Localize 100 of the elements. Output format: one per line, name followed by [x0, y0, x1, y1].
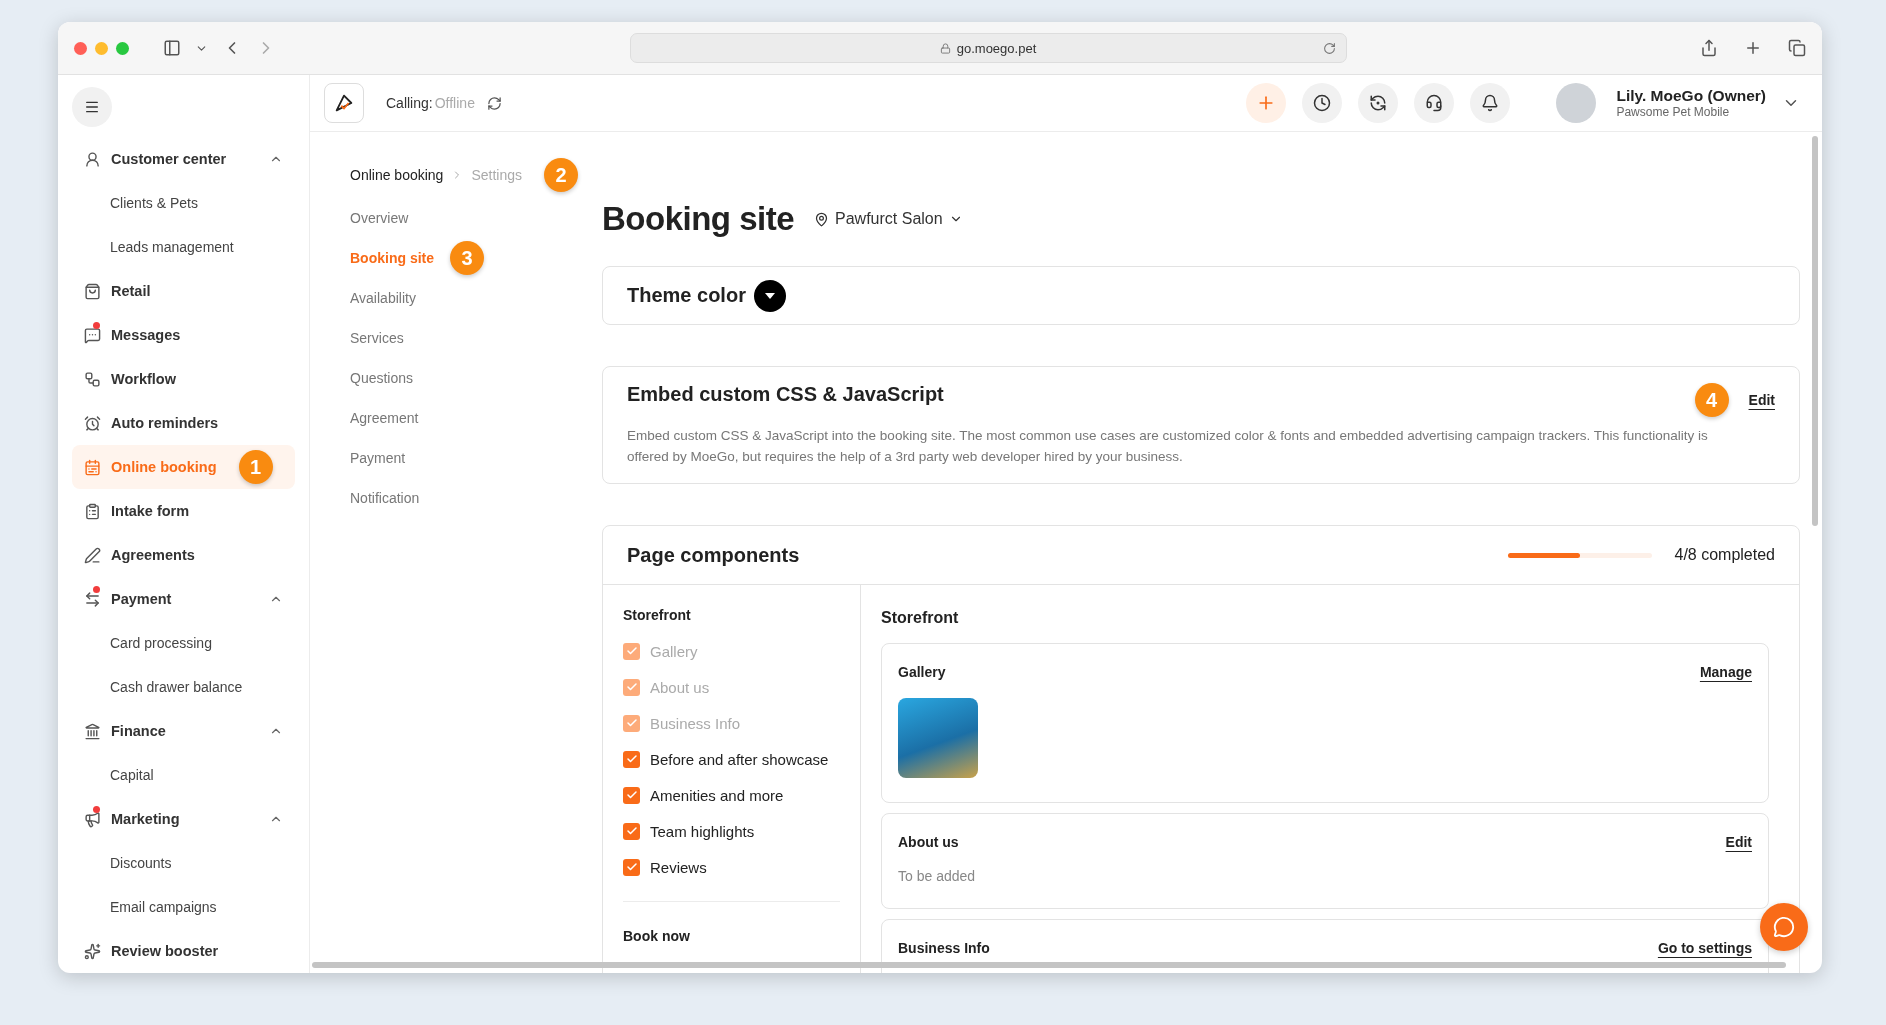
share-icon[interactable]	[1700, 39, 1718, 57]
sidebar-item[interactable]: Marketing	[72, 797, 295, 841]
address-bar[interactable]: go.moego.pet	[629, 33, 1347, 63]
sidebar-item-icon	[84, 722, 101, 740]
logo-icon[interactable]	[324, 83, 364, 123]
sidebar-subitem[interactable]: Email campaigns	[72, 885, 295, 929]
dropdown-button[interactable]	[753, 279, 786, 312]
headset-icon	[1425, 94, 1444, 112]
menu-icon	[84, 99, 100, 115]
sidebar-item[interactable]: Finance	[72, 709, 295, 753]
checkbox[interactable]	[623, 822, 640, 840]
sidebar-item[interactable]: Messages	[72, 313, 295, 357]
calling-label: Calling:	[386, 95, 433, 111]
sidebar-item-icon	[84, 502, 101, 520]
checkbox-label: Business Info	[650, 714, 741, 732]
support-button[interactable]	[1414, 83, 1455, 123]
horizontal-scrollbar[interactable]	[312, 962, 1786, 968]
user-name: Lily. MoeGo (Owner)	[1616, 87, 1766, 105]
check-icon	[625, 861, 638, 873]
breadcrumb-link[interactable]: Online booking	[350, 167, 444, 183]
sidebar-toggle-icon[interactable]	[163, 39, 181, 57]
check-icon	[625, 789, 638, 801]
sidebar-item[interactable]: Customer center	[72, 137, 295, 181]
vertical-scrollbar[interactable]	[1812, 136, 1818, 526]
close-button[interactable]	[74, 41, 87, 55]
step-number-badge: 3	[450, 241, 484, 275]
settings-nav-item[interactable]: Questions	[350, 370, 414, 386]
section-link[interactable]: Manage	[1699, 664, 1752, 680]
sidebar-item[interactable]: Retail	[72, 269, 295, 313]
checkbox-label: Before and after showcase	[650, 750, 829, 768]
sidebar-item-icon	[84, 414, 101, 432]
settings-nav-item[interactable]: Agreement	[350, 410, 419, 426]
sidebar-subitem[interactable]: Capital	[72, 753, 295, 797]
sidebar-subitem[interactable]: Discounts	[72, 841, 295, 885]
refresh-icon[interactable]	[486, 95, 502, 111]
checkbox-label: Team highlights	[650, 822, 755, 840]
location-selector[interactable]: Pawfurct Salon	[814, 210, 963, 228]
sync-button[interactable]	[1358, 83, 1399, 123]
check-icon	[625, 645, 638, 657]
chat-icon	[1773, 916, 1795, 938]
check-icon	[625, 681, 638, 693]
sidebar-item-icon	[84, 282, 101, 300]
group-title: Storefront	[623, 607, 692, 623]
sidebar-item-icon	[84, 370, 101, 388]
checkbox[interactable]	[623, 750, 640, 768]
sidebar-subitem[interactable]: Leads management	[72, 225, 295, 269]
bell-icon	[1481, 94, 1500, 112]
clock-button[interactable]	[1302, 83, 1343, 123]
new-tab-icon[interactable]	[1744, 39, 1762, 57]
sidebar-item[interactable]: Workflow	[72, 357, 295, 401]
section-link[interactable]: Edit	[1725, 834, 1752, 850]
sidebar-item-icon	[84, 810, 101, 828]
card-title: Page components	[627, 543, 800, 567]
sidebar-item[interactable]: Agreements	[72, 533, 295, 577]
checkbox-label: Reviews	[650, 858, 707, 876]
checkbox-label: Amenities and more	[650, 786, 784, 804]
checkbox[interactable]	[623, 786, 640, 804]
step-number-badge: 2	[544, 158, 578, 192]
section-link[interactable]: Go to settings	[1657, 940, 1752, 956]
lock-icon	[939, 42, 951, 54]
section-text: To be added	[898, 868, 977, 884]
preview-title: Storefront	[881, 609, 960, 627]
card-title: Embed custom CSS & JavaScript	[627, 383, 945, 407]
url-text: go.moego.pet	[956, 40, 1037, 56]
card-title: Theme color	[627, 284, 746, 307]
check-icon	[625, 825, 638, 837]
reload-icon[interactable]	[1322, 41, 1336, 55]
tabs-icon[interactable]	[1788, 39, 1806, 57]
sidebar-item[interactable]: Review booster	[72, 929, 295, 973]
edit-link[interactable]: Edit	[1748, 392, 1775, 408]
settings-nav-item[interactable]: Availability	[350, 290, 416, 306]
checkbox-label: About us	[650, 678, 710, 696]
section-title: Business Info	[898, 940, 990, 956]
card-description: Embed custom CSS & JavaScript into the booking site. The most common use cases are customized color & fonts and embedded advertising campaign trackers. This functionality is offered by MoeGo, but requires the help of a 3rd party web developer hired by your business.	[627, 427, 1709, 466]
settings-nav-item[interactable]: Services	[350, 330, 404, 346]
sidebar-subitem[interactable]: Clients & Pets	[72, 181, 295, 225]
sidebar-item[interactable]: Auto reminders	[72, 401, 295, 445]
map-pin-icon	[814, 211, 830, 227]
section-title: About us	[898, 834, 959, 850]
settings-nav-item[interactable]: Overview	[350, 210, 409, 226]
calling-status: Offline	[434, 95, 475, 111]
sidebar-subitem[interactable]: Cash drawer balance	[72, 665, 295, 709]
caret-down-icon	[764, 292, 775, 299]
settings-nav-item[interactable]: Notification	[350, 490, 420, 506]
step-number-badge: 1	[238, 450, 273, 484]
sidebar-item-icon	[84, 458, 101, 476]
checkbox-label: Gallery	[650, 642, 698, 660]
clock-icon	[1313, 94, 1332, 112]
step-number-badge: 4	[1694, 383, 1729, 417]
sidebar-item[interactable]: Intake form	[72, 489, 295, 533]
sidebar-item[interactable]: Payment	[72, 577, 295, 621]
menu-button[interactable]	[72, 87, 112, 127]
notifications-button[interactable]	[1470, 83, 1511, 123]
group-title: Book now	[623, 928, 691, 944]
section-title: Gallery	[898, 664, 946, 680]
add-button[interactable]	[1246, 83, 1287, 123]
sidebar-subitem[interactable]: Card processing	[72, 621, 295, 665]
settings-nav-item[interactable]: Payment	[350, 450, 406, 466]
sync-icon	[1369, 94, 1388, 112]
checkbox[interactable]	[623, 858, 640, 876]
